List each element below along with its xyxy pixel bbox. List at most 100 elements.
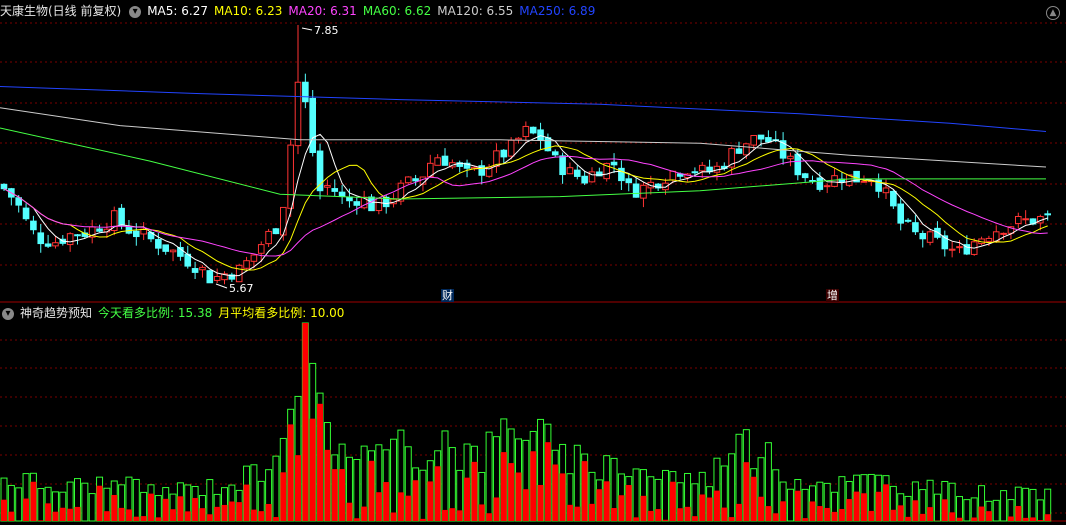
- indicator-bar-red: [824, 507, 831, 521]
- candle-body: [904, 219, 912, 222]
- event-marker-zeng[interactable]: 增: [826, 289, 839, 302]
- candle-body: [522, 125, 530, 138]
- indicator-bar-red: [59, 507, 66, 521]
- candle-body: [0, 183, 8, 190]
- indicator-panel-header: ▾ 神奇趋势预知 今天看多比例: 15.38 月平均看多比例: 10.00: [0, 304, 350, 322]
- indicator-bar-red: [728, 517, 735, 521]
- indicator-bar-red: [427, 481, 434, 521]
- indicator-bar-red: [662, 519, 669, 521]
- candle-body: [985, 237, 993, 242]
- candle-body: [757, 134, 765, 140]
- indicator-bar-red: [309, 418, 316, 521]
- indicator-bar-red: [838, 508, 845, 521]
- candle-body: [368, 196, 375, 212]
- today-bull-ratio: 今天看多比例: 15.38: [98, 306, 213, 320]
- indicator-bar-red: [184, 511, 191, 521]
- indicator-bar-green: [992, 499, 1000, 522]
- indicator-bar-green: [1036, 499, 1044, 522]
- price-panel-header: 天康生物(日线 前复权) ▾ MA5: 6.27 MA10: 6.23 MA20: 6.…: [0, 2, 607, 20]
- candle-body: [272, 228, 280, 235]
- candle-body: [640, 184, 647, 199]
- indicator-bar-red: [471, 461, 478, 521]
- indicator-bar-red: [140, 516, 147, 521]
- candle-body: [441, 155, 449, 166]
- indicator-bar-red: [302, 323, 309, 521]
- indicator-bar-red: [647, 510, 654, 521]
- candle-body: [169, 249, 177, 253]
- indicator-bar-red: [508, 463, 515, 521]
- candle-body: [551, 151, 559, 156]
- indicator-bar-red: [133, 516, 140, 521]
- candle-body: [287, 144, 294, 209]
- indicator-bar-red: [148, 493, 154, 521]
- indicator-bar-red: [706, 497, 713, 521]
- candle-body: [610, 161, 618, 166]
- indicator-bar-red: [691, 516, 698, 521]
- indicator-bar-red: [177, 496, 184, 521]
- collapse-icon[interactable]: ▲: [1046, 6, 1060, 20]
- indicator-bar-green: [786, 488, 794, 522]
- indicator-bar-red: [860, 493, 867, 521]
- ma-legend-item: MA60: 6.62: [362, 4, 432, 18]
- indicator-bar-red: [258, 511, 265, 521]
- panel-menu-icon[interactable]: ▾: [129, 5, 142, 18]
- indicator-bar-red: [603, 481, 610, 521]
- candle-body: [934, 227, 941, 238]
- indicator-bar-red: [552, 464, 559, 521]
- indicator-bar-red: [346, 502, 353, 521]
- ma-legend-item: MA120: 6.55: [437, 4, 514, 18]
- indicator-bar-red: [368, 460, 375, 521]
- ma120-line: [0, 107, 1047, 168]
- indicator-bar-red: [897, 505, 904, 521]
- candle-body: [897, 203, 905, 224]
- candle-body: [625, 178, 633, 184]
- candle-body: [500, 149, 508, 158]
- indicator-bar-red: [30, 481, 37, 521]
- candle-body: [338, 191, 346, 198]
- indicator-bar-red: [905, 516, 912, 521]
- indicator-bar-green: [15, 487, 23, 522]
- indicator-bar-red: [802, 518, 809, 521]
- indicator-bar-red: [361, 506, 368, 521]
- indicator-bar-red: [221, 504, 228, 521]
- indicator-bar-green: [419, 469, 427, 522]
- candle-body: [581, 175, 588, 184]
- candle-body: [919, 232, 927, 240]
- event-marker-cai[interactable]: 财: [441, 289, 454, 302]
- candle-body: [22, 207, 30, 220]
- indicator-bar-red: [949, 512, 956, 521]
- candle-body: [66, 233, 74, 246]
- candle-body: [956, 246, 963, 249]
- indicator-bar-red: [772, 513, 779, 521]
- indicator-bar-red: [853, 491, 860, 521]
- candle-body: [882, 187, 890, 194]
- indicator-bar-red: [794, 490, 801, 521]
- indicator-bar-red: [118, 507, 125, 521]
- candle-body: [948, 248, 956, 251]
- indicator-bar-red: [1037, 519, 1044, 521]
- indicator-bar-red: [52, 511, 59, 521]
- indicator-name: 神奇趋势预知: [20, 306, 93, 320]
- candle-body: [265, 230, 272, 245]
- indicator-bar-green: [1029, 488, 1037, 522]
- indicator-bar-red: [23, 498, 30, 521]
- candle-body: [52, 242, 59, 247]
- indicator-bar-green: [662, 469, 669, 522]
- indicator-bar-red: [383, 482, 390, 521]
- candle-body: [698, 164, 706, 172]
- chart-canvas[interactable]: 7.85 5.67: [0, 0, 1066, 525]
- indicator-bar-red: [37, 520, 44, 521]
- indicator-bar-red: [919, 513, 926, 521]
- indicator-menu-icon[interactable]: ▾: [2, 307, 14, 320]
- indicator-bar-red: [985, 511, 992, 521]
- candle-body: [110, 210, 118, 231]
- indicator-bar-green: [1022, 487, 1030, 522]
- indicator-bar-red: [155, 517, 162, 521]
- indicator-bar-red: [640, 495, 647, 521]
- indicator-bar-red: [206, 514, 213, 521]
- indicator-bar-green: [88, 493, 96, 522]
- indicator-bar-red: [736, 503, 742, 521]
- candle-body: [30, 220, 37, 231]
- indicator-bar-red: [522, 489, 529, 521]
- candle-body: [375, 197, 383, 212]
